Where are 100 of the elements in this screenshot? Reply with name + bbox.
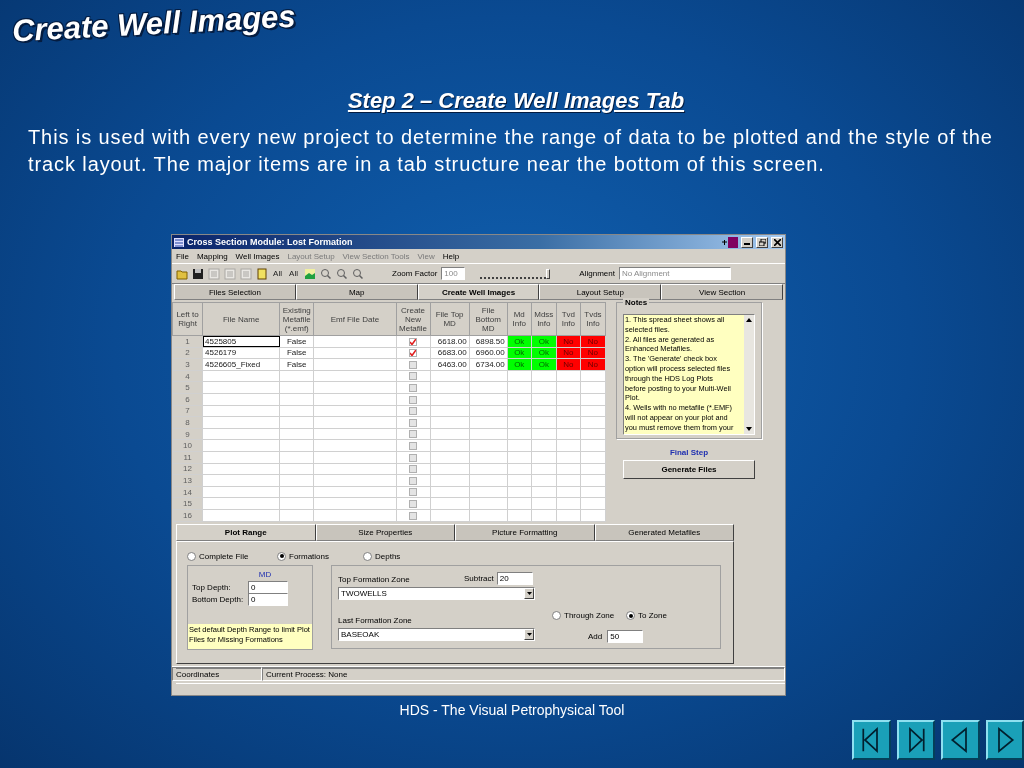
checkbox[interactable] (409, 407, 418, 416)
minimize-button[interactable] (741, 236, 753, 248)
group-title: Notes (623, 298, 650, 307)
status-cell: Ok (507, 347, 532, 359)
checkbox[interactable] (409, 372, 418, 381)
table-cell (279, 405, 314, 417)
table-cell: 6960.00 (469, 347, 508, 359)
table-cell: 6683.00 (430, 347, 470, 359)
table-cell (279, 486, 314, 498)
table-cell (279, 428, 314, 440)
save-icon (191, 267, 204, 280)
table-cell (279, 463, 314, 475)
tab[interactable]: Generated Metafiles (594, 524, 734, 541)
radio-option[interactable]: Complete File (187, 551, 277, 561)
md-heading: MD (257, 570, 273, 579)
next-slide-button[interactable] (985, 720, 1024, 760)
radio-button[interactable] (277, 551, 286, 561)
column-header: File Bottom MD (469, 302, 508, 336)
check-all-button[interactable]: All (286, 265, 301, 282)
radio-button[interactable] (626, 611, 635, 620)
table-cell[interactable] (202, 370, 280, 382)
list-icon (239, 267, 252, 280)
scrollbar[interactable] (744, 315, 754, 434)
subtract-field[interactable]: 20 (496, 572, 533, 585)
previous-slide-button[interactable] (941, 720, 980, 760)
checkbox[interactable] (409, 418, 418, 427)
tab[interactable]: Size Properties (315, 524, 455, 541)
row-number: 4 (172, 370, 203, 382)
checkbox[interactable] (409, 453, 418, 462)
list-icon (207, 267, 220, 280)
tab[interactable]: Map (295, 284, 418, 300)
last-zone-dropdown[interactable]: BASEOAK (338, 628, 535, 641)
checkbox[interactable] (409, 395, 418, 404)
radio-option[interactable]: Through Zone (552, 611, 626, 620)
table-cell[interactable] (202, 405, 280, 417)
radio-option[interactable]: To Zone (626, 611, 676, 620)
table-cell[interactable]: 4526179 (202, 347, 280, 359)
top-zone-dropdown[interactable]: TWOWELLS (338, 587, 535, 600)
folder-icon (175, 267, 188, 280)
column-header: Tvd Info (556, 302, 581, 336)
column-header: Left to Right (172, 302, 203, 336)
tab[interactable]: Plot Range (176, 524, 316, 541)
menu-item[interactable]: Mapping (196, 251, 228, 261)
bottom-depth-label: Bottom Depth: (192, 594, 245, 604)
checkbox[interactable] (409, 511, 418, 520)
checkbox[interactable] (409, 476, 418, 485)
checkbox[interactable] (409, 442, 418, 451)
tab[interactable]: View Section (661, 284, 783, 300)
window-title: Cross Section Module: Lost Formation (187, 237, 354, 247)
radio-option[interactable]: Depths (363, 551, 423, 561)
generate-files-button[interactable]: Generate Files (623, 460, 755, 479)
window-switch-icon (722, 236, 738, 248)
image-icon (303, 267, 316, 280)
checkbox[interactable] (409, 349, 418, 358)
table-cell[interactable] (202, 486, 280, 498)
table-cell[interactable] (202, 463, 280, 475)
radio-button[interactable] (187, 551, 196, 561)
status-text: Current Process: None (262, 667, 785, 681)
magnifier-icon (335, 267, 348, 280)
row-number: 14 (172, 486, 203, 498)
menu-item[interactable]: Well Images (235, 251, 280, 261)
checkbox[interactable] (409, 337, 418, 346)
table-cell[interactable] (202, 428, 280, 440)
column-header: File Top MD (430, 302, 470, 336)
top-depth-field[interactable]: 0 (248, 580, 288, 594)
column-header: File Name (202, 302, 280, 336)
column-header: Mdss Info (531, 302, 557, 336)
notes-textarea[interactable] (623, 314, 755, 435)
status-cell: Ok (531, 347, 557, 359)
menu-item[interactable]: File (176, 251, 189, 261)
menu-item[interactable]: Help (442, 251, 460, 261)
check-all-button[interactable]: All (270, 265, 285, 282)
row-number: 12 (172, 463, 203, 475)
checkbox[interactable] (409, 465, 418, 474)
radio-label: To Zone (638, 611, 667, 620)
column-header: Create New Metafile (396, 302, 431, 336)
radio-option[interactable]: Formations (277, 551, 363, 561)
first-slide-button[interactable] (852, 720, 891, 760)
restore-button[interactable] (756, 236, 768, 248)
radio-button[interactable] (552, 611, 561, 620)
checkbox[interactable] (409, 384, 418, 393)
checkbox[interactable] (409, 430, 418, 439)
tab[interactable]: Picture Formatting (455, 524, 595, 541)
tab[interactable]: Create Well Images (417, 284, 540, 300)
status-cell: No (580, 347, 606, 359)
radio-button[interactable] (363, 551, 372, 561)
add-field[interactable]: 50 (607, 629, 644, 643)
last-slide-button[interactable] (896, 720, 935, 760)
magnifier-icon (351, 267, 364, 280)
column-header: Md Info (507, 302, 532, 336)
checkbox[interactable] (409, 488, 418, 497)
close-button[interactable] (771, 236, 783, 248)
zoom-slider[interactable] (480, 268, 551, 279)
table-cell: False (279, 347, 314, 359)
slide-subtitle: Step 2 – Create Well Images Tab (347, 88, 685, 114)
checkbox[interactable] (409, 360, 418, 369)
tab[interactable]: Layout Setup (539, 284, 662, 300)
checkbox[interactable] (409, 500, 418, 508)
status-cell: No (556, 347, 581, 359)
tab[interactable]: Files Selection (174, 284, 296, 300)
